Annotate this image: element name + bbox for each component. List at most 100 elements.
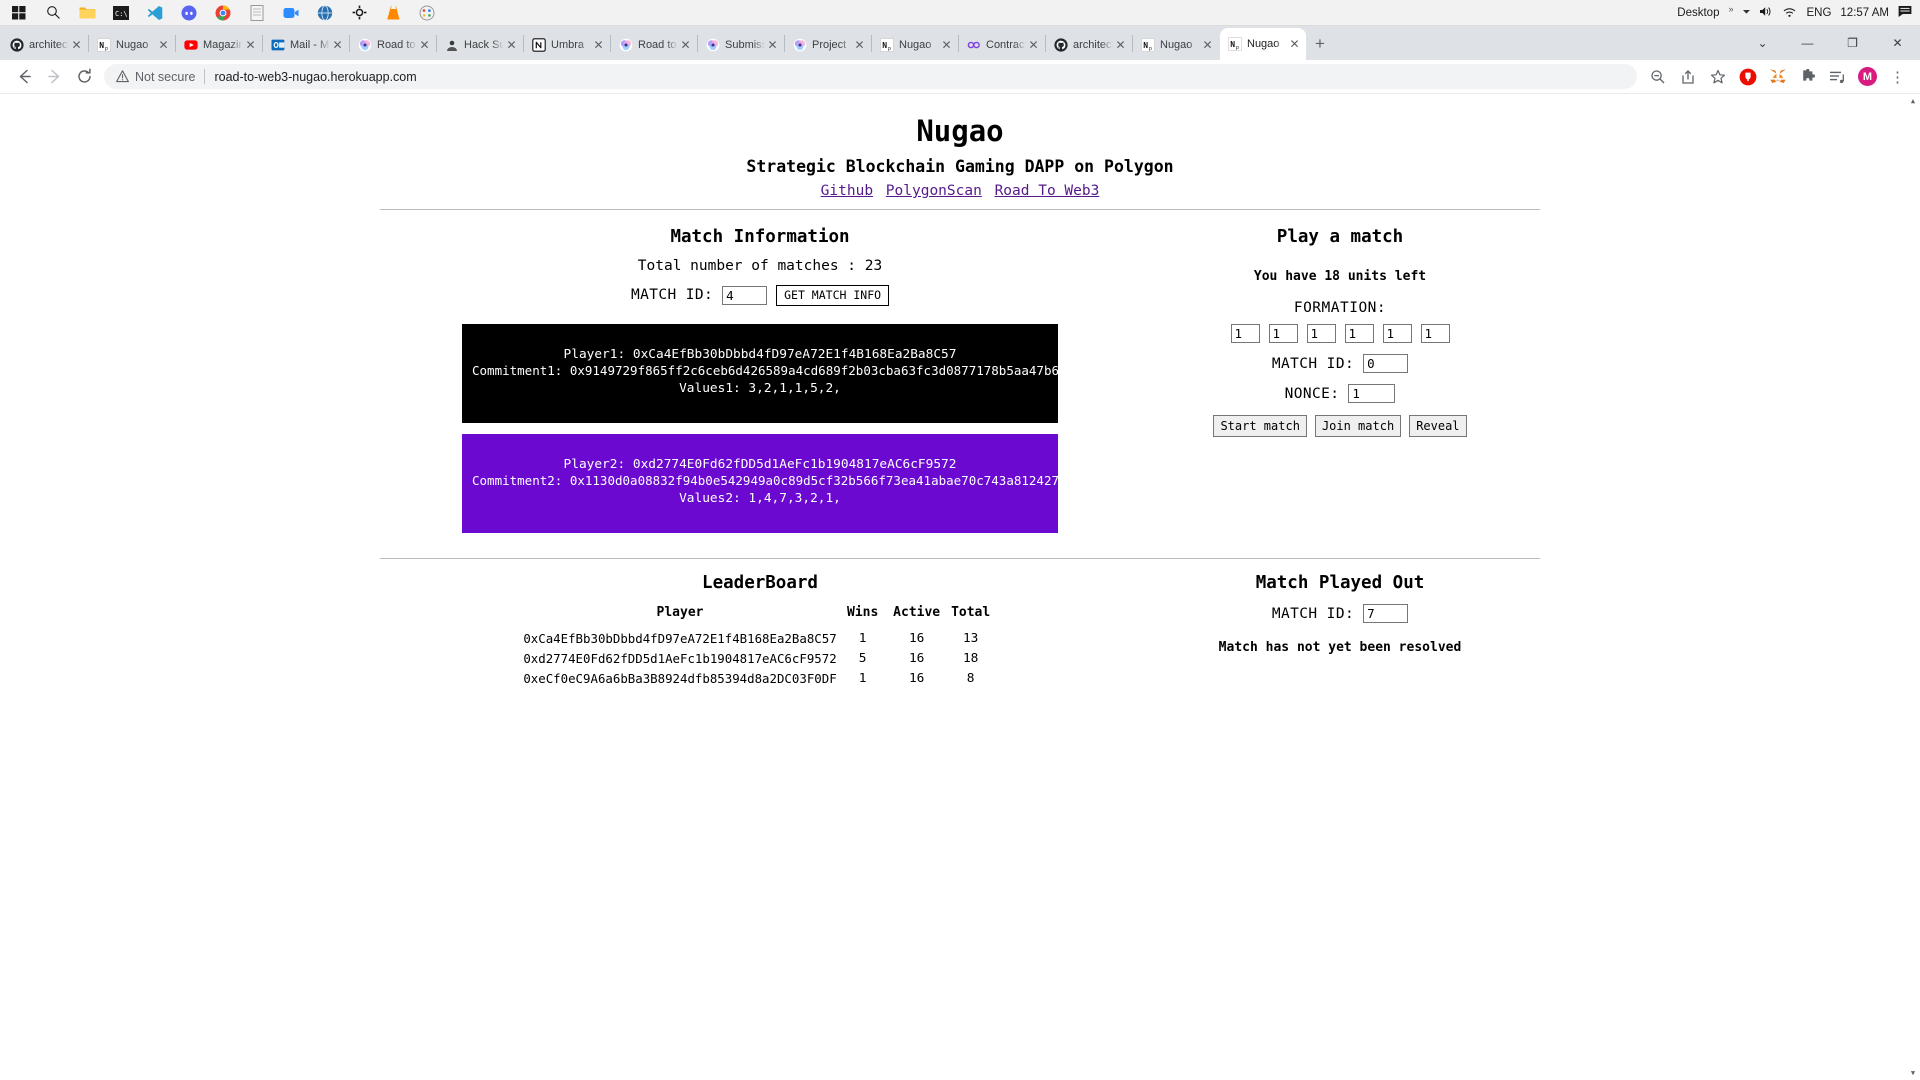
command-prompt-icon[interactable]: C:\ (106, 1, 136, 25)
join-match-button[interactable]: Join match (1314, 415, 1402, 437)
scrollbar-up-arrow[interactable]: ▲ (1906, 94, 1920, 108)
settings-gear-icon[interactable] (344, 1, 374, 25)
new-tab-button[interactable]: + (1306, 30, 1334, 58)
link-road-to-web3[interactable]: Road To Web3 (995, 183, 1100, 199)
browser-tab[interactable]: architect ✕ (2, 30, 88, 60)
browser-globe-icon[interactable] (310, 1, 340, 25)
player1-address-line: Player1: 0xCa4EfBb30bDbbd4fD97eA72E1f4B1… (563, 346, 957, 362)
browser-tab[interactable]: Np Nugao ✕ (1133, 30, 1219, 60)
reading-list-icon[interactable] (1824, 63, 1851, 90)
minimize-button[interactable]: — (1785, 26, 1830, 60)
zoom-out-icon[interactable] (1644, 63, 1671, 90)
browser-tab[interactable]: Np Nugao ✕ (872, 30, 958, 60)
browser-tab[interactable]: Np Nugao ✕ (89, 30, 175, 60)
tab-title: Mail - M (290, 39, 330, 51)
tab-close-icon[interactable]: ✕ (330, 39, 345, 51)
tab-close-icon[interactable]: ✕ (765, 39, 780, 51)
desktop-label[interactable]: Desktop (1677, 7, 1719, 19)
browser-tab[interactable]: Mail - M ✕ (263, 30, 349, 60)
paint-icon[interactable] (412, 1, 442, 25)
formation-input-4[interactable] (1344, 324, 1374, 343)
alchemy-favicon-icon (792, 38, 807, 53)
svg-text:p: p (105, 46, 108, 52)
discord-icon[interactable] (174, 1, 204, 25)
start-button[interactable] (4, 1, 34, 25)
maximize-button[interactable]: ❐ (1830, 26, 1875, 60)
volume-icon[interactable] (1759, 5, 1773, 21)
formation-input-1[interactable] (1230, 324, 1260, 343)
chainlink-favicon-icon (966, 38, 981, 53)
brave-extension-icon[interactable] (1734, 63, 1761, 90)
chrome-menu-icon[interactable]: ⋮ (1884, 63, 1911, 90)
browser-tab[interactable]: architect ✕ (1046, 30, 1132, 60)
tab-search-button[interactable]: ⌄ (1740, 26, 1785, 60)
tab-close-icon[interactable]: ✕ (417, 39, 432, 51)
formation-input-5[interactable] (1382, 324, 1412, 343)
wins-cell: 1 (858, 670, 867, 686)
extensions-puzzle-icon[interactable] (1794, 63, 1821, 90)
notepad-icon[interactable] (242, 1, 272, 25)
formation-input-3[interactable] (1306, 324, 1336, 343)
tab-close-icon[interactable]: ✕ (504, 39, 519, 51)
bottom-columns: LeaderBoard Player Wins Active Total 0xC… (380, 559, 1540, 688)
played-out-match-id-input[interactable] (1363, 604, 1409, 624)
browser-tab[interactable]: Hack Su ✕ (437, 30, 523, 60)
metamask-extension-icon[interactable] (1764, 63, 1791, 90)
reveal-button[interactable]: Reveal (1409, 415, 1467, 437)
tab-close-icon[interactable]: ✕ (1113, 39, 1128, 51)
share-icon[interactable] (1674, 63, 1701, 90)
tab-close-icon[interactable]: ✕ (939, 39, 954, 51)
reload-button[interactable] (69, 62, 99, 92)
link-github[interactable]: Github (821, 183, 873, 199)
show-hidden-icons-chevron[interactable]: ⏷ (1742, 7, 1750, 18)
tab-close-icon[interactable]: ✕ (678, 39, 693, 51)
search-icon[interactable] (38, 1, 68, 25)
browser-tab[interactable]: Submiss ✕ (698, 30, 784, 60)
page-scrollbar[interactable]: ▲ ▼ (1906, 94, 1920, 1080)
address-bar[interactable]: Not secure road-to-web3-nugao.herokuapp.… (104, 64, 1637, 89)
profile-avatar[interactable]: M (1854, 63, 1881, 90)
tab-close-icon[interactable]: ✕ (1287, 38, 1302, 50)
zoom-icon[interactable] (276, 1, 306, 25)
nonce-input[interactable] (1348, 384, 1396, 403)
tab-close-icon[interactable]: ✕ (1200, 39, 1215, 51)
tray-overflow-icon[interactable]: » (1728, 4, 1733, 14)
wifi-icon[interactable] (1782, 5, 1797, 21)
play-match-id-row: MATCH ID: (1140, 354, 1540, 373)
browser-tab[interactable]: Umbra ✕ (524, 30, 610, 60)
tab-close-icon[interactable]: ✕ (156, 39, 171, 51)
forward-button[interactable] (39, 62, 69, 92)
browser-tab[interactable]: Np Nugao ✕ (1220, 28, 1306, 60)
scrollbar-down-arrow[interactable]: ▼ (1906, 1066, 1920, 1080)
language-indicator[interactable]: ENG (1806, 7, 1831, 19)
vlc-icon[interactable] (378, 1, 408, 25)
play-match-id-input[interactable] (1363, 354, 1409, 373)
leaderboard-header-row: Player Wins Active Total (523, 605, 996, 628)
bookmark-star-icon[interactable] (1704, 63, 1731, 90)
tab-close-icon[interactable]: ✕ (591, 39, 606, 51)
tab-close-icon[interactable]: ✕ (69, 39, 84, 51)
browser-tab[interactable]: Project ✕ (785, 30, 871, 60)
browser-tab[interactable]: Contract ✕ (959, 30, 1045, 60)
action-center-icon[interactable] (1898, 5, 1912, 21)
back-button[interactable] (9, 62, 39, 92)
chrome-icon[interactable] (208, 1, 238, 25)
get-match-info-button[interactable]: GET MATCH INFO (776, 285, 890, 306)
link-polygonscan[interactable]: PolygonScan (886, 183, 982, 199)
tab-close-icon[interactable]: ✕ (1026, 39, 1041, 51)
active-cell: 16 (908, 630, 925, 646)
tab-close-icon[interactable]: ✕ (243, 39, 258, 51)
clock[interactable]: 12:57 AM (1840, 7, 1889, 19)
vscode-icon[interactable] (140, 1, 170, 25)
browser-tab[interactable]: Road to ✕ (611, 30, 697, 60)
browser-tab[interactable]: Road to ✕ (350, 30, 436, 60)
browser-toolbar: Not secure road-to-web3-nugao.herokuapp.… (0, 60, 1920, 94)
formation-input-2[interactable] (1268, 324, 1298, 343)
tab-close-icon[interactable]: ✕ (852, 39, 867, 51)
match-id-input[interactable] (722, 285, 768, 305)
formation-input-6[interactable] (1420, 324, 1450, 343)
close-window-button[interactable]: ✕ (1875, 26, 1920, 60)
browser-tab[interactable]: Magazin ✕ (176, 30, 262, 60)
file-explorer-icon[interactable] (72, 1, 102, 25)
start-match-button[interactable]: Start match (1213, 415, 1307, 437)
